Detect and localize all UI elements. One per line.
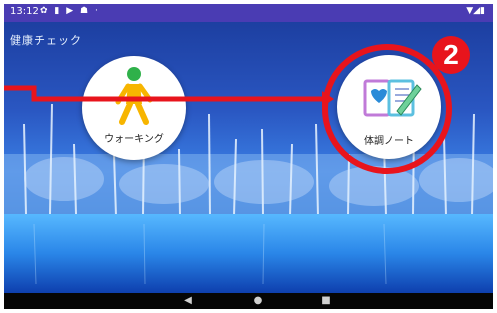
home-icon[interactable]: ●: [246, 293, 270, 309]
back-icon[interactable]: ◀: [176, 293, 200, 309]
navigation-bar: ◀ ● ■: [4, 293, 493, 309]
recents-icon[interactable]: ■: [314, 293, 338, 309]
app-screen: 13:12 ✿ ▮ ▶ ☗ · ▼◢▮ 健康チェック ウォーキング 体調ノート …: [4, 4, 493, 309]
step-number-badge: 2: [432, 36, 470, 74]
annotation-highlight-ring: [322, 44, 452, 174]
